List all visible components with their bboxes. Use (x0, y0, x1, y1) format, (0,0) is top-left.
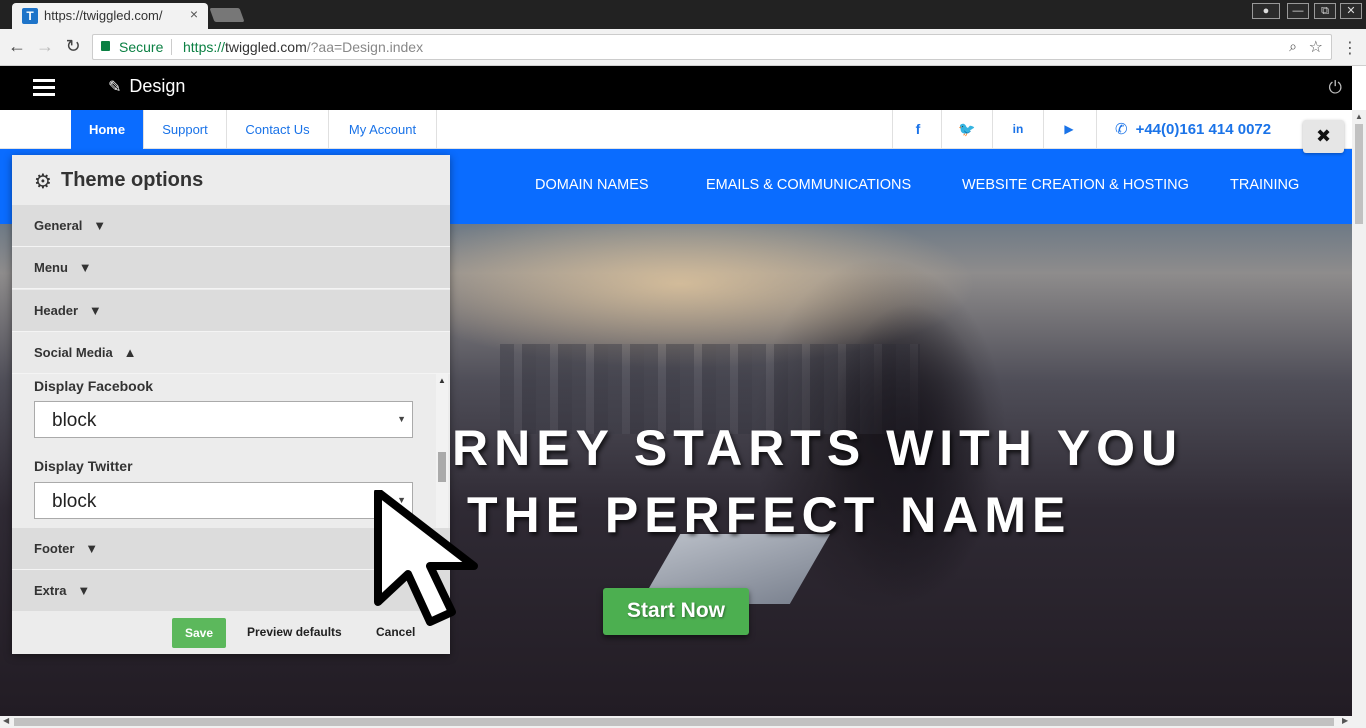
section-extra[interactable]: Extra ▼ (12, 570, 450, 612)
select-value: block (52, 410, 97, 431)
browser-tab[interactable]: T https://twiggled.com/ × (12, 3, 208, 29)
nav-website-creation-hosting[interactable]: WEBSITE CREATION & HOSTING (962, 177, 1189, 193)
phone-text: +44(0)161 414 0072 (1135, 121, 1272, 138)
address-bar[interactable]: Secure https://twiggled.com/?aa=Design.i… (92, 34, 1332, 60)
section-label: Menu ▼ (34, 260, 92, 275)
chevron-down-icon: ▼ (93, 218, 107, 233)
facebook-icon[interactable]: f (892, 110, 943, 149)
page-horizontal-scrollbar[interactable]: ◀ ▶ (0, 716, 1366, 728)
minimize-button[interactable]: — (1287, 3, 1309, 19)
bookmark-star-icon[interactable]: ☆ (1309, 37, 1323, 57)
scrollbar-thumb[interactable] (1355, 124, 1363, 224)
browser-tab-bar: T https://twiggled.com/ × ● — ⧉ ✕ (0, 0, 1366, 29)
admin-bar: ✎ Design ⏻ (0, 66, 1352, 110)
section-header[interactable]: Header ▼ (12, 290, 450, 332)
zoom-icon[interactable]: ⌕ (1289, 38, 1297, 55)
close-panel-button[interactable]: ✖ (1303, 120, 1344, 153)
url-text[interactable]: https://twiggled.com/?aa=Design.index (183, 39, 423, 55)
section-footer[interactable]: Footer ▼ (12, 528, 450, 570)
display-facebook-select[interactable]: block ▼ (34, 401, 413, 438)
section-label: Header ▼ (34, 303, 102, 318)
display-facebook-label: Display Facebook (34, 378, 154, 394)
section-label: Footer ▼ (34, 541, 99, 556)
theme-options-panel: ⚙ Theme options General ▼ Menu ▼ Header … (12, 155, 450, 654)
scroll-left-icon[interactable]: ◀ (3, 716, 9, 725)
display-twitter-select[interactable]: block ▼ (34, 482, 413, 519)
hero-headline-line-1: RNEY STARTS WITH YOU (452, 420, 1184, 476)
nav-emails-communications[interactable]: EMAILS & COMMUNICATIONS (706, 177, 911, 193)
omnibox-divider (171, 39, 172, 55)
url-scheme: https:// (183, 39, 226, 55)
tab-title: https://twiggled.com/ (44, 8, 163, 23)
power-icon[interactable]: ⏻ (1329, 78, 1342, 98)
new-tab-button[interactable] (209, 8, 245, 22)
chevron-down-icon: ▼ (77, 583, 91, 598)
chevron-down-icon: ▼ (78, 260, 92, 275)
design-title-text: Design (129, 76, 186, 96)
top-bar: Home Support Contact Us My Account f 🐦 i… (0, 110, 1352, 149)
top-link-home[interactable]: Home (71, 110, 144, 149)
nav-domain-names[interactable]: DOMAIN NAMES (535, 177, 649, 193)
select-value: block (52, 491, 97, 512)
page-vertical-scrollbar[interactable]: ▲ (1352, 110, 1366, 716)
profile-icon[interactable]: ● (1252, 3, 1280, 19)
display-twitter-label: Display Twitter (34, 458, 133, 474)
scrollbar-thumb[interactable] (438, 452, 446, 482)
forward-arrow-icon[interactable]: → (34, 36, 56, 57)
panel-footer: Save Preview defaults Cancel (12, 611, 450, 654)
close-window-button[interactable]: ✕ (1340, 3, 1362, 19)
nav-training[interactable]: TRAINING (1230, 177, 1299, 193)
panel-title: Theme options (61, 169, 204, 191)
top-link-contact-us[interactable]: Contact Us (227, 110, 329, 149)
save-button[interactable]: Save (172, 618, 226, 648)
preview-defaults-button[interactable]: Preview defaults (247, 625, 342, 639)
restore-button[interactable]: ⧉ (1314, 3, 1336, 19)
chevron-up-icon: ▲ (123, 345, 137, 360)
cancel-button[interactable]: Cancel (376, 625, 415, 639)
pencil-icon: ✎ (108, 79, 122, 96)
section-menu[interactable]: Menu ▼ (12, 247, 450, 289)
top-link-support[interactable]: Support (144, 110, 227, 149)
chevron-down-icon: ▼ (85, 541, 99, 556)
hero-headline-line-2: THE PERFECT NAME (467, 487, 1072, 543)
scrollbar-thumb[interactable] (14, 718, 1334, 726)
site-favicon-icon: T (22, 8, 38, 24)
reload-icon[interactable]: ↻ (62, 36, 84, 57)
section-label: Social Media ▲ (34, 345, 137, 360)
scroll-up-icon[interactable]: ▲ (438, 376, 446, 385)
section-general[interactable]: General ▼ (12, 205, 450, 247)
youtube-icon[interactable]: ▶ (1043, 110, 1094, 149)
secure-label: Secure (119, 39, 164, 55)
dropdown-arrow-icon: ▼ (397, 495, 406, 505)
section-label: Extra ▼ (34, 583, 91, 598)
browser-menu-icon[interactable]: ⋮ (1342, 38, 1358, 58)
twitter-icon[interactable]: 🐦 (941, 110, 992, 149)
phone-number[interactable]: ✆ +44(0)161 414 0072 (1096, 110, 1306, 149)
social-media-settings: Display Facebook block ▼ Display Twitter… (12, 374, 450, 529)
panel-header: ⚙ Theme options (12, 155, 450, 205)
gears-icon: ⚙ (34, 171, 52, 193)
tab-close-icon[interactable]: × (190, 6, 198, 22)
url-host: twiggled.com (225, 39, 307, 55)
scroll-up-icon[interactable]: ▲ (1355, 112, 1363, 121)
lock-icon (101, 41, 110, 51)
dropdown-arrow-icon: ▼ (397, 414, 406, 424)
start-now-button[interactable]: Start Now (603, 588, 749, 635)
section-label: General ▼ (34, 218, 107, 233)
browser-toolbar: ← → ↻ Secure https://twiggled.com/?aa=De… (0, 29, 1366, 66)
top-link-my-account[interactable]: My Account (329, 110, 437, 149)
back-arrow-icon[interactable]: ← (6, 36, 28, 57)
admin-bar-title: ✎ Design (108, 76, 185, 97)
scroll-right-icon[interactable]: ▶ (1342, 716, 1348, 725)
settings-scrollbar[interactable]: ▲ (436, 374, 448, 529)
section-social-media[interactable]: Social Media ▲ (12, 332, 450, 374)
chevron-down-icon: ▼ (88, 303, 102, 318)
url-path: /?aa=Design.index (306, 39, 424, 55)
linkedin-icon[interactable]: in (992, 110, 1043, 149)
phone-icon: ✆ (1115, 121, 1128, 138)
hamburger-menu-icon[interactable] (33, 79, 55, 97)
